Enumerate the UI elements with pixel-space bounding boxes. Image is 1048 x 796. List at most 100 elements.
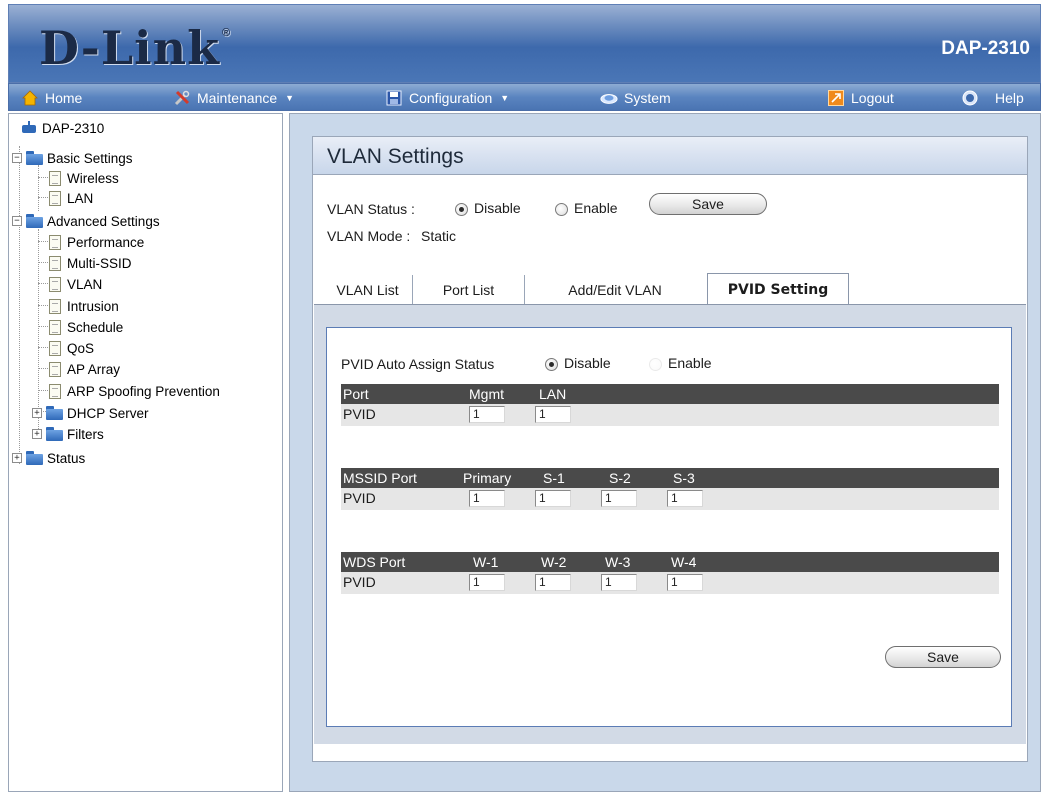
tree-item-performance[interactable]: Performance [49, 233, 144, 251]
menu-system-label: System [624, 90, 671, 106]
tree-advanced-label: Advanced Settings [47, 213, 160, 229]
tree-advanced-settings[interactable]: − Advanced Settings [12, 212, 160, 230]
page-icon [49, 255, 61, 271]
tools-icon [173, 89, 191, 107]
expand-icon[interactable]: + [32, 429, 42, 439]
port-table-header: Port Mgmt LAN [341, 384, 999, 404]
tree-performance-label: Performance [67, 234, 145, 250]
pvid-s2-input[interactable]: 1 [601, 490, 637, 507]
tree-arp-label: ARP Spoofing Prevention [67, 383, 220, 399]
column-header: WDS Port [343, 554, 406, 570]
tree-item-wireless[interactable]: Wireless [49, 169, 119, 187]
pvid-w1-input[interactable]: 1 [469, 574, 505, 591]
tree-wireless-label: Wireless [67, 170, 119, 186]
menu-system[interactable]: System [600, 88, 671, 108]
page-icon [49, 319, 61, 335]
tree-status-label: Status [47, 450, 86, 466]
menu-home-label: Home [45, 90, 83, 106]
menu-bar: Home Maintenance ▼ Configuration ▼ Syste… [8, 83, 1041, 111]
vlan-status-disable-label: Disable [474, 200, 521, 216]
main-content: VLAN Settings VLAN Status : Disable Enab… [289, 113, 1041, 792]
column-header: W-4 [671, 554, 697, 570]
pvid-mgmt-input[interactable]: 1 [469, 406, 505, 423]
pvid-w2-input[interactable]: 1 [535, 574, 571, 591]
pvid-s1-input[interactable]: 1 [535, 490, 571, 507]
column-header: LAN [539, 386, 567, 402]
home-icon [21, 89, 39, 107]
vlan-status-enable-radio[interactable] [555, 202, 568, 216]
tree-dhcp-label: DHCP Server [67, 405, 149, 421]
tree-item-filters[interactable]: + Filters [32, 425, 104, 443]
sidebar-tree: DAP-2310 − Basic Settings Wireless LAN −… [8, 113, 283, 792]
pvid-primary-input[interactable]: 1 [469, 490, 505, 507]
tree-status[interactable]: + Status [12, 449, 85, 467]
pvid-auto-disable-option[interactable]: Disable [545, 355, 611, 371]
dlink-logo: D-Link ® [39, 21, 232, 75]
column-header: Primary [463, 470, 512, 486]
tree-schedule-label: Schedule [67, 319, 124, 335]
vlan-status-enable-option[interactable]: Enable [555, 200, 618, 216]
expand-icon[interactable]: + [32, 408, 42, 418]
tree-item-lan[interactable]: LAN [49, 189, 93, 207]
mssid-table-header: MSSID Port Primary S-1 S-2 S-3 [341, 468, 999, 488]
save-button-pvid[interactable]: Save [885, 646, 1001, 668]
menu-logout[interactable]: Logout [827, 88, 894, 108]
pvid-settings-box: PVID Auto Assign Status Disable Enable P… [326, 327, 1012, 727]
menu-configuration[interactable]: Configuration ▼ [385, 88, 509, 108]
tree-item-qos[interactable]: QoS [49, 339, 94, 357]
pvid-auto-enable-option[interactable]: Enable [649, 355, 712, 371]
device-icon [21, 121, 39, 135]
page-icon [49, 234, 61, 250]
chevron-down-icon: ▼ [285, 93, 295, 103]
tree-root-device[interactable]: DAP-2310 [21, 119, 104, 137]
pvid-auto-enable-radio[interactable] [649, 357, 662, 371]
menu-help[interactable]: Help [961, 88, 1024, 108]
tree-item-intrusion[interactable]: Intrusion [49, 297, 119, 315]
menu-maintenance[interactable]: Maintenance ▼ [173, 88, 294, 108]
row-label: PVID [343, 490, 376, 506]
folder-icon [26, 214, 44, 228]
tree-item-vlan[interactable]: VLAN [49, 275, 102, 293]
vlan-status-disable-option[interactable]: Disable [455, 200, 521, 216]
expand-icon[interactable]: + [12, 453, 22, 463]
save-button-top[interactable]: Save [649, 193, 767, 215]
pvid-lan-input[interactable]: 1 [535, 406, 571, 423]
vlan-settings-panel: VLAN Settings VLAN Status : Disable Enab… [312, 136, 1028, 762]
collapse-icon[interactable]: − [12, 216, 22, 226]
tab-add-edit-vlan[interactable]: Add/Edit VLAN [525, 275, 705, 305]
system-icon [600, 89, 618, 107]
tree-basic-settings[interactable]: − Basic Settings [12, 149, 133, 167]
vlan-mode-value: Static [421, 228, 457, 244]
tab-port-list[interactable]: Port List [413, 275, 525, 305]
pvid-w3-input[interactable]: 1 [601, 574, 637, 591]
tree-filters-label: Filters [67, 426, 104, 442]
tree-lan-label: LAN [67, 190, 94, 206]
tab-vlan-list[interactable]: VLAN List [323, 275, 413, 305]
page-icon [49, 298, 61, 314]
vlan-status-disable-radio[interactable] [455, 202, 468, 216]
collapse-icon[interactable]: − [12, 153, 22, 163]
menu-home[interactable]: Home [21, 88, 82, 108]
pvid-w4-input[interactable]: 1 [667, 574, 703, 591]
tree-item-dhcp-server[interactable]: + DHCP Server [32, 404, 149, 422]
pvid-auto-disable-radio[interactable] [545, 357, 558, 371]
menu-configuration-label: Configuration [409, 90, 493, 106]
column-header: S-2 [609, 470, 631, 486]
tree-item-ap-array[interactable]: AP Array [49, 360, 120, 378]
pvid-s3-input[interactable]: 1 [667, 490, 703, 507]
column-header: S-3 [673, 470, 695, 486]
tree-basic-label: Basic Settings [47, 150, 133, 166]
wds-pvid-row: PVID 1 1 1 1 [341, 572, 999, 594]
tab-pvid-setting[interactable]: PVID Setting [707, 273, 849, 305]
tree-item-multi-ssid[interactable]: Multi-SSID [49, 254, 132, 272]
tree-root-label: DAP-2310 [42, 120, 105, 136]
pvid-auto-assign-label: PVID Auto Assign Status [341, 356, 495, 372]
model-name: DAP-2310 [941, 38, 1030, 59]
page-icon [49, 190, 61, 206]
tree-item-arp-spoofing[interactable]: ARP Spoofing Prevention [49, 382, 220, 400]
column-header: MSSID Port [343, 470, 417, 486]
row-label: PVID [343, 574, 376, 590]
column-header: W-3 [605, 554, 631, 570]
tree-item-schedule[interactable]: Schedule [49, 318, 123, 336]
menu-help-label: Help [995, 90, 1024, 106]
